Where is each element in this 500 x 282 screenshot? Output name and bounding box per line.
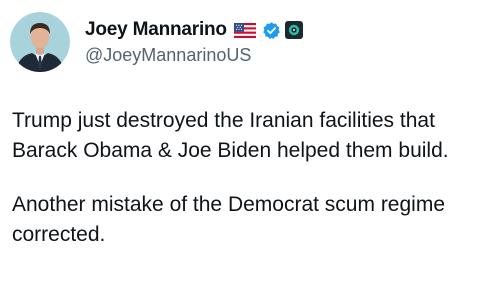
name-row: Joey Mannarino <box>85 18 303 42</box>
tweet-paragraph-2-line-2: corrected. <box>12 223 106 246</box>
author-names: Joey Mannarino @JoeyMannarinoUS <box>85 18 303 66</box>
tweet-paragraph-1-line-1: Trump just destroyed the Iranian facilit… <box>12 109 435 132</box>
affiliate-badge-icon[interactable] <box>284 21 303 39</box>
us-flag-icon <box>233 22 256 38</box>
tweet-header: Joey Mannarino @JoeyMannarinoUS <box>10 12 303 72</box>
display-name[interactable]: Joey Mannarino <box>85 19 227 41</box>
tweet-text: Trump just destroyed the Iranian facilit… <box>12 106 492 250</box>
tweet-paragraph-1-line-2: Barack Obama & Joe Biden helped them bui… <box>12 139 449 162</box>
avatar[interactable] <box>10 12 70 72</box>
author-handle[interactable]: @JoeyMannarinoUS <box>85 45 303 66</box>
tweet-card: Joey Mannarino @JoeyMannarinoUS Trump ju… <box>0 0 500 282</box>
verified-badge-icon[interactable] <box>262 21 281 40</box>
tweet-paragraph-2-line-1: Another mistake of the Democrat scum reg… <box>12 193 446 216</box>
